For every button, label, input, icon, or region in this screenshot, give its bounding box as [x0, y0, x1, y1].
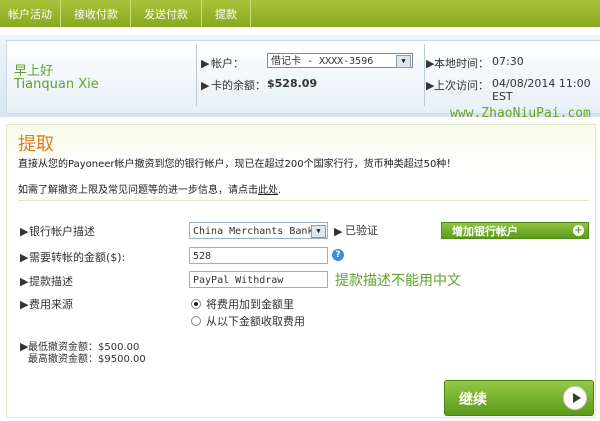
- last-visit-label: 上次访问：: [434, 79, 489, 92]
- bank-account-select[interactable]: China Merchants Bank ▼: [189, 222, 328, 239]
- help-icon[interactable]: ?: [332, 249, 344, 261]
- bullet-arrow-icon: ▶: [201, 79, 210, 92]
- continue-button[interactable]: 继续: [444, 380, 594, 416]
- account-label: 帐户：: [211, 57, 244, 70]
- intro-help-prefix: 如需了解撤资上限及常见问题等的进一步信息，请点击: [18, 185, 258, 196]
- watermark-text: www.ZhaoNiuPai.com: [450, 106, 591, 121]
- tab-withdraw[interactable]: 提款: [202, 0, 251, 27]
- bank-account-value: China Merchants Bank: [193, 226, 314, 237]
- description-note: 提款描述不能用中文: [335, 273, 461, 289]
- description-label: 提款描述: [29, 275, 73, 288]
- header-divider: [196, 44, 197, 106]
- intro-help-text: 如需了解撤资上限及常见问题等的进一步信息，请点击此处.: [18, 181, 281, 196]
- dropdown-arrow-icon[interactable]: ▼: [396, 55, 411, 68]
- help-link[interactable]: 此处: [258, 185, 278, 196]
- play-arrow-icon: [563, 386, 587, 410]
- balance-value: $528.09: [267, 77, 318, 90]
- fee-source-label: 费用来源: [29, 298, 73, 311]
- bullet-arrow-icon: ▶: [20, 225, 29, 238]
- fee-option-add-radio[interactable]: [191, 299, 201, 309]
- header-divider: [424, 44, 425, 106]
- intro-text: 直接从您的Payoneer帐户撤资到您的银行帐户，现已在超过200个国家行行，货…: [18, 159, 457, 170]
- balance-label: 卡的余额：: [211, 79, 266, 92]
- bullet-arrow-icon: ▶: [334, 225, 343, 238]
- add-bank-account-label: 增加银行帐户: [452, 225, 518, 238]
- fee-option-add-label: 将费用加到金额里: [206, 298, 294, 311]
- user-name: Tianquan Xie: [14, 77, 99, 92]
- account-select-value: 借记卡 - XXXX-3596: [271, 56, 374, 67]
- verified-status: 已验证: [345, 224, 378, 237]
- bullet-arrow-icon: ▶: [20, 251, 29, 264]
- tab-send-payments[interactable]: 发送付款: [131, 0, 202, 27]
- continue-label: 继续: [459, 392, 487, 408]
- account-select[interactable]: 借记卡 - XXXX-3596 ▼: [267, 53, 413, 68]
- plus-icon: +: [573, 225, 584, 236]
- add-bank-account-button[interactable]: 增加银行帐户 +: [441, 222, 589, 239]
- amount-input[interactable]: 528: [189, 247, 328, 264]
- bank-account-label: 银行帐户描述: [29, 225, 95, 238]
- dropdown-arrow-icon[interactable]: ▼: [311, 225, 326, 238]
- tab-receive-payments[interactable]: 接收付款: [62, 0, 131, 27]
- top-nav: 帐户活动 接收付款 发送付款 提款: [0, 0, 600, 27]
- section-divider: [18, 200, 588, 201]
- fee-option-deduct-label: 从以下金额收取费用: [206, 315, 305, 328]
- max-amount-text: 最高撤资金额：$9500.00: [28, 354, 146, 365]
- fee-option-deduct-radio[interactable]: [191, 316, 201, 326]
- amount-label: 需要转帐的金额($):: [29, 251, 126, 264]
- tab-account-activity[interactable]: 帐户活动: [0, 0, 61, 27]
- page-title: 提取: [18, 134, 54, 155]
- local-time-value: 07:30: [492, 55, 524, 68]
- local-time-label: 本地时间：: [434, 57, 489, 70]
- last-visit-value: 04/08/2014 11:00 EST: [492, 77, 591, 103]
- bullet-arrow-icon: ▶: [20, 298, 29, 311]
- bullet-arrow-icon: ▶: [20, 275, 29, 288]
- description-input[interactable]: PayPal Withdraw: [189, 271, 328, 288]
- intro-help-suffix: .: [278, 185, 282, 196]
- bullet-arrow-icon: ▶: [201, 57, 210, 70]
